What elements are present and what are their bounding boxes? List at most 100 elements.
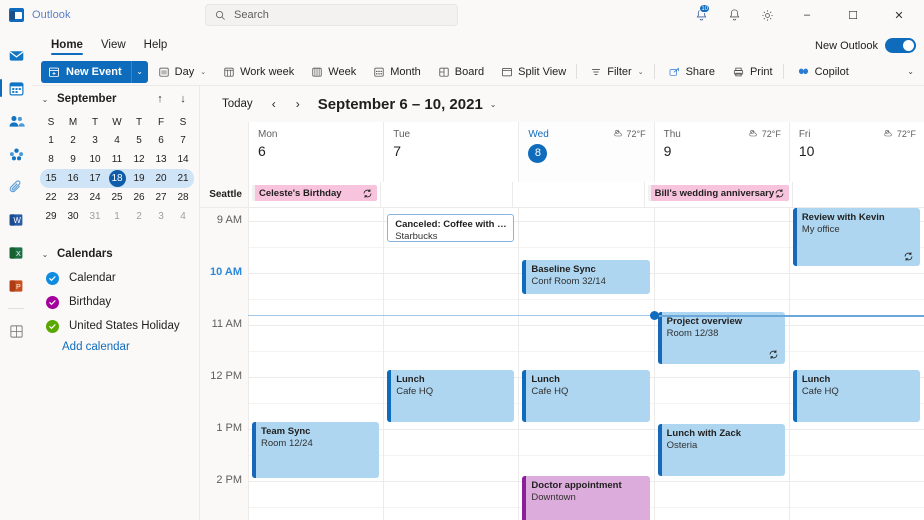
rail-item-powerpoint[interactable]: P — [0, 271, 32, 301]
calendar-event[interactable]: Canceled: Coffee with Mike Starbucks — [387, 214, 515, 242]
minicalendar-prev-button[interactable]: ↑ — [152, 93, 168, 105]
rail-item-mail[interactable] — [0, 40, 32, 70]
chevron-down-icon[interactable]: ⌄ — [40, 95, 50, 104]
rail-item-calendar[interactable] — [0, 73, 32, 103]
all-day-event[interactable]: Celeste's Birthday — [252, 185, 377, 201]
minicalendar-day[interactable]: 23 — [62, 188, 84, 207]
minicalendar-day[interactable]: 20 — [150, 169, 172, 188]
cmd-print[interactable]: Print — [725, 61, 780, 83]
minicalendar-day[interactable]: 2 — [62, 131, 84, 150]
cmd-work-week[interactable]: Work week — [216, 61, 301, 83]
calendar-checkbox-icon[interactable] — [46, 271, 59, 285]
minicalendar-day[interactable]: 16 — [62, 169, 84, 188]
calendar-event[interactable]: Review with Kevin My office — [792, 208, 921, 266]
add-calendar-link[interactable]: Add calendar — [32, 338, 199, 353]
minicalendar-day[interactable]: 18 — [106, 169, 128, 188]
minicalendar-day[interactable]: 11 — [106, 150, 128, 169]
minicalendar-day[interactable]: 1 — [106, 207, 128, 226]
calendar-grid[interactable]: 9 AM 10 AM 11 AM 12 PM 1 PM 2 PM Team Sync Roo… — [200, 208, 924, 520]
new-event-dropdown-button[interactable]: ⌄ — [130, 60, 148, 83]
minicalendar-day[interactable]: 15 — [40, 169, 62, 188]
minicalendar-day[interactable]: 29 — [40, 207, 62, 226]
day-header-tue[interactable]: Tue 7 — [383, 122, 519, 182]
search-input[interactable]: Search — [205, 4, 458, 26]
minicalendar-day[interactable]: 21 — [172, 169, 194, 188]
minicalendar-day[interactable]: 19 — [128, 169, 150, 188]
minicalendar-day[interactable]: 30 — [62, 207, 84, 226]
calendar-event[interactable]: Lunch Cafe HQ — [387, 370, 515, 422]
minicalendar-day[interactable]: 17 — [84, 169, 106, 188]
next-period-button[interactable]: › — [286, 97, 310, 111]
rail-item-groups[interactable] — [0, 139, 32, 169]
minicalendar-day[interactable]: 24 — [84, 188, 106, 207]
rail-item-word[interactable]: W — [0, 205, 32, 235]
day-column[interactable]: Team Sync Room 12/24 — [248, 208, 384, 520]
minicalendar-day[interactable]: 3 — [84, 131, 106, 150]
calendar-list-item[interactable]: Calendar — [32, 266, 199, 290]
day-column[interactable]: Baseline Sync Conf Room 32/14 Lunch Cafe HQ… — [518, 208, 654, 520]
minicalendar-day[interactable]: 9 — [62, 150, 84, 169]
rail-item-files[interactable] — [0, 172, 32, 202]
today-button[interactable]: Today — [213, 95, 262, 113]
all-day-event[interactable]: Bill's wedding anniversary — [647, 185, 790, 201]
rail-item-excel[interactable]: X — [0, 238, 32, 268]
all-day-column[interactable]: Bill's wedding anniversary — [643, 182, 792, 207]
minicalendar-day[interactable]: 14 — [172, 150, 194, 169]
day-header-thu[interactable]: Thu 9 72°F — [653, 122, 789, 182]
minicalendar-day[interactable]: 4 — [172, 207, 194, 226]
minicalendar-day[interactable]: 1 — [40, 131, 62, 150]
minicalendar-day[interactable]: 31 — [84, 207, 106, 226]
all-day-column[interactable] — [379, 182, 512, 207]
calendar-checkbox-icon[interactable] — [46, 319, 59, 333]
minicalendar-day[interactable]: 4 — [106, 131, 128, 150]
tab-help[interactable]: Help — [136, 37, 176, 56]
all-day-column[interactable] — [792, 182, 924, 207]
rail-item-people[interactable] — [0, 106, 32, 136]
cmd-board[interactable]: Board — [431, 61, 491, 83]
calendar-event[interactable]: Lunch Cafe HQ — [522, 370, 650, 422]
minicalendar-day[interactable]: 22 — [40, 188, 62, 207]
day-header-wed[interactable]: Wed 8 72°F — [518, 122, 654, 182]
all-day-column[interactable]: Celeste's Birthday — [248, 182, 380, 207]
cmd-copilot[interactable]: Copilot — [790, 61, 856, 83]
cmd-month[interactable]: Month — [366, 61, 428, 83]
window-maximize-button[interactable]: ☐ — [830, 0, 876, 30]
calendar-event[interactable]: Doctor appointment Downtown — [522, 476, 650, 520]
cmd-share[interactable]: Share — [661, 61, 722, 83]
calendar-list-item[interactable]: Birthday — [32, 290, 199, 314]
cmd-week[interactable]: Week — [304, 61, 363, 83]
minicalendar-day[interactable]: 10 — [84, 150, 106, 169]
all-day-column[interactable] — [511, 182, 644, 207]
chevron-down-icon[interactable]: ⌄ — [40, 250, 50, 259]
minicalendar-day[interactable]: 2 — [128, 207, 150, 226]
date-range-dropdown-button[interactable]: ⌄ — [490, 100, 497, 109]
minicalendar-day[interactable]: 3 — [150, 207, 172, 226]
cmd-filter[interactable]: Filter ⌄ — [583, 61, 650, 83]
day-column[interactable]: Project overview Room 12/38 Lunch with Zac… — [653, 208, 789, 520]
minicalendar-day[interactable]: 27 — [150, 188, 172, 207]
rail-item-more-apps[interactable] — [0, 316, 32, 346]
calendar-checkbox-icon[interactable] — [46, 295, 59, 309]
minicalendar-day[interactable]: 25 — [106, 188, 128, 207]
activity-bell-icon[interactable] — [718, 0, 751, 30]
calendar-event[interactable]: Lunch Cafe HQ — [792, 370, 921, 422]
minicalendar-day[interactable]: 5 — [128, 131, 150, 150]
minicalendar-day[interactable]: 8 — [40, 150, 62, 169]
minicalendar-day[interactable]: 6 — [150, 131, 172, 150]
window-minimize-button[interactable]: – — [784, 0, 830, 30]
tab-view[interactable]: View — [93, 37, 134, 56]
notifications-bell-icon[interactable]: 10 — [685, 0, 718, 30]
window-close-button[interactable]: ✕ — [876, 0, 922, 30]
minicalendar-day[interactable]: 13 — [150, 150, 172, 169]
calendar-event[interactable]: Baseline Sync Conf Room 32/14 — [522, 260, 650, 294]
calendar-list-item[interactable]: United States Holiday — [32, 314, 199, 338]
calendar-event[interactable]: Project overview Room 12/38 — [657, 312, 785, 364]
tab-home[interactable]: Home — [43, 37, 91, 56]
new-outlook-toggle[interactable] — [885, 38, 916, 53]
minicalendar-day[interactable]: 7 — [172, 131, 194, 150]
cmd-day[interactable]: Day ⌄ — [151, 61, 213, 83]
calendar-event[interactable]: Lunch with Zack Osteria — [657, 424, 785, 476]
cmd-split-view[interactable]: Split View — [494, 61, 573, 83]
day-column[interactable]: Review with Kevin My office Lunch Cafe HQ — [788, 208, 924, 520]
command-overflow-button[interactable]: ⌄ — [907, 67, 914, 76]
